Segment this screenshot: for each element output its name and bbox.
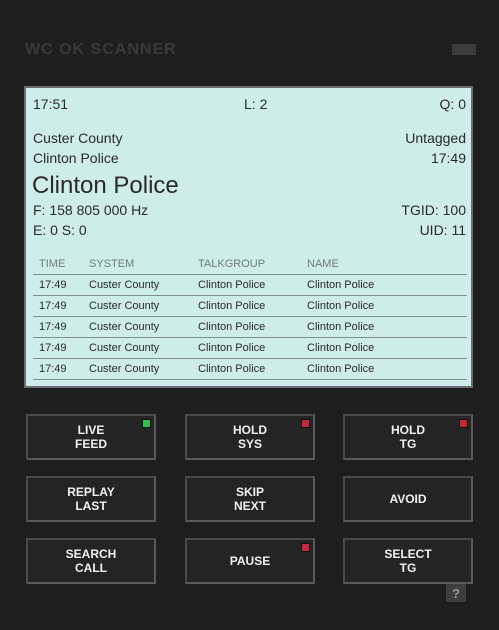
app-title: WC OK SCANNER [25,41,177,58]
cell-talkgroup: Clinton Police [192,316,301,338]
cell-talkgroup: Clinton Police [192,358,301,380]
column-header: TALKGROUP [192,254,301,275]
cell-system: Custer County [83,295,192,317]
error-stats: E: 0 S: 0 [33,222,87,238]
cell-talkgroup: Clinton Police [192,274,301,296]
cell-time: 17:49 [33,358,83,380]
tgid: TGID: 100 [401,202,466,218]
live-feed-button[interactable]: LIVE FEED [26,414,156,460]
cell-time: 17:49 [33,337,83,359]
pause-label: PAUSE [229,554,271,568]
cell-time: 17:49 [33,274,83,296]
last-call-time: 17:49 [430,150,466,166]
select-tg-button[interactable]: SELECT TG [343,538,473,584]
cell-system: Custer County [83,337,192,359]
cell-name: Clinton Police [301,337,467,359]
table-header: TIME SYSTEM TALKGROUP NAME [33,254,467,275]
cell-time: 17:49 [33,316,83,338]
replay-last-label: REPLAY LAST [67,485,115,513]
column-header: TIME [33,254,83,275]
hold-sys-label: HOLD SYS [233,423,267,451]
cell-system: Custer County [83,358,192,380]
search-call-button[interactable]: SEARCH CALL [26,538,156,584]
pause-button[interactable]: PAUSE [185,538,315,584]
avoid-button[interactable]: AVOID [343,476,473,522]
cell-talkgroup: Clinton Police [192,337,301,359]
column-header: NAME [301,254,467,275]
queue-indicator: Q: 0 [439,96,466,112]
hold-sys-button[interactable]: HOLD SYS [185,414,315,460]
talkgroup-name: Clinton Police [33,150,119,166]
live-feed-led [142,419,151,428]
column-header: SYSTEM [83,254,192,275]
cell-name: Clinton Police [301,295,467,317]
skip-next-label: SKIP NEXT [233,485,266,513]
table-row[interactable]: 17:49 Custer County Clinton Police Clint… [33,358,467,380]
table-row[interactable]: 17:49 Custer County Clinton Police Clint… [33,295,467,317]
pause-led [301,543,310,552]
cell-system: Custer County [83,274,192,296]
window-toggle-button[interactable] [452,44,476,55]
frequency: F: 158 805 000 Hz [33,202,149,218]
search-call-label: SEARCH CALL [65,547,117,575]
cell-name: Clinton Police [301,274,467,296]
tag-label: Untagged [405,130,466,146]
system-name: Custer County [33,130,123,146]
main-talkgroup-label: Clinton Police [32,172,179,199]
cell-name: Clinton Police [301,358,467,380]
hold-tg-button[interactable]: HOLD TG [343,414,473,460]
call-history-table: TIME SYSTEM TALKGROUP NAME 17:49 Custer … [33,254,467,380]
cell-talkgroup: Clinton Police [192,295,301,317]
cell-time: 17:49 [33,295,83,317]
cell-system: Custer County [83,316,192,338]
table-row[interactable]: 17:49 Custer County Clinton Police Clint… [33,274,467,296]
replay-last-button[interactable]: REPLAY LAST [26,476,156,522]
hold-sys-led [301,419,310,428]
skip-next-button[interactable]: SKIP NEXT [185,476,315,522]
live-feed-label: LIVE FEED [74,423,107,451]
avoid-label: AVOID [389,492,427,506]
table-row[interactable]: 17:49 Custer County Clinton Police Clint… [33,316,467,338]
scanner-display: 17:51 L: 2 Q: 0 Custer County Untagged C… [24,86,473,388]
hold-tg-led [459,419,468,428]
clock: 17:51 [33,96,69,112]
select-tg-label: SELECT TG [384,547,432,575]
cell-name: Clinton Police [301,316,467,338]
level-indicator: L: 2 [244,96,268,112]
help-icon[interactable]: ? [446,584,466,602]
hold-tg-label: HOLD TG [391,423,425,451]
table-row[interactable]: 17:49 Custer County Clinton Police Clint… [33,337,467,359]
uid: UID: 11 [419,222,466,238]
